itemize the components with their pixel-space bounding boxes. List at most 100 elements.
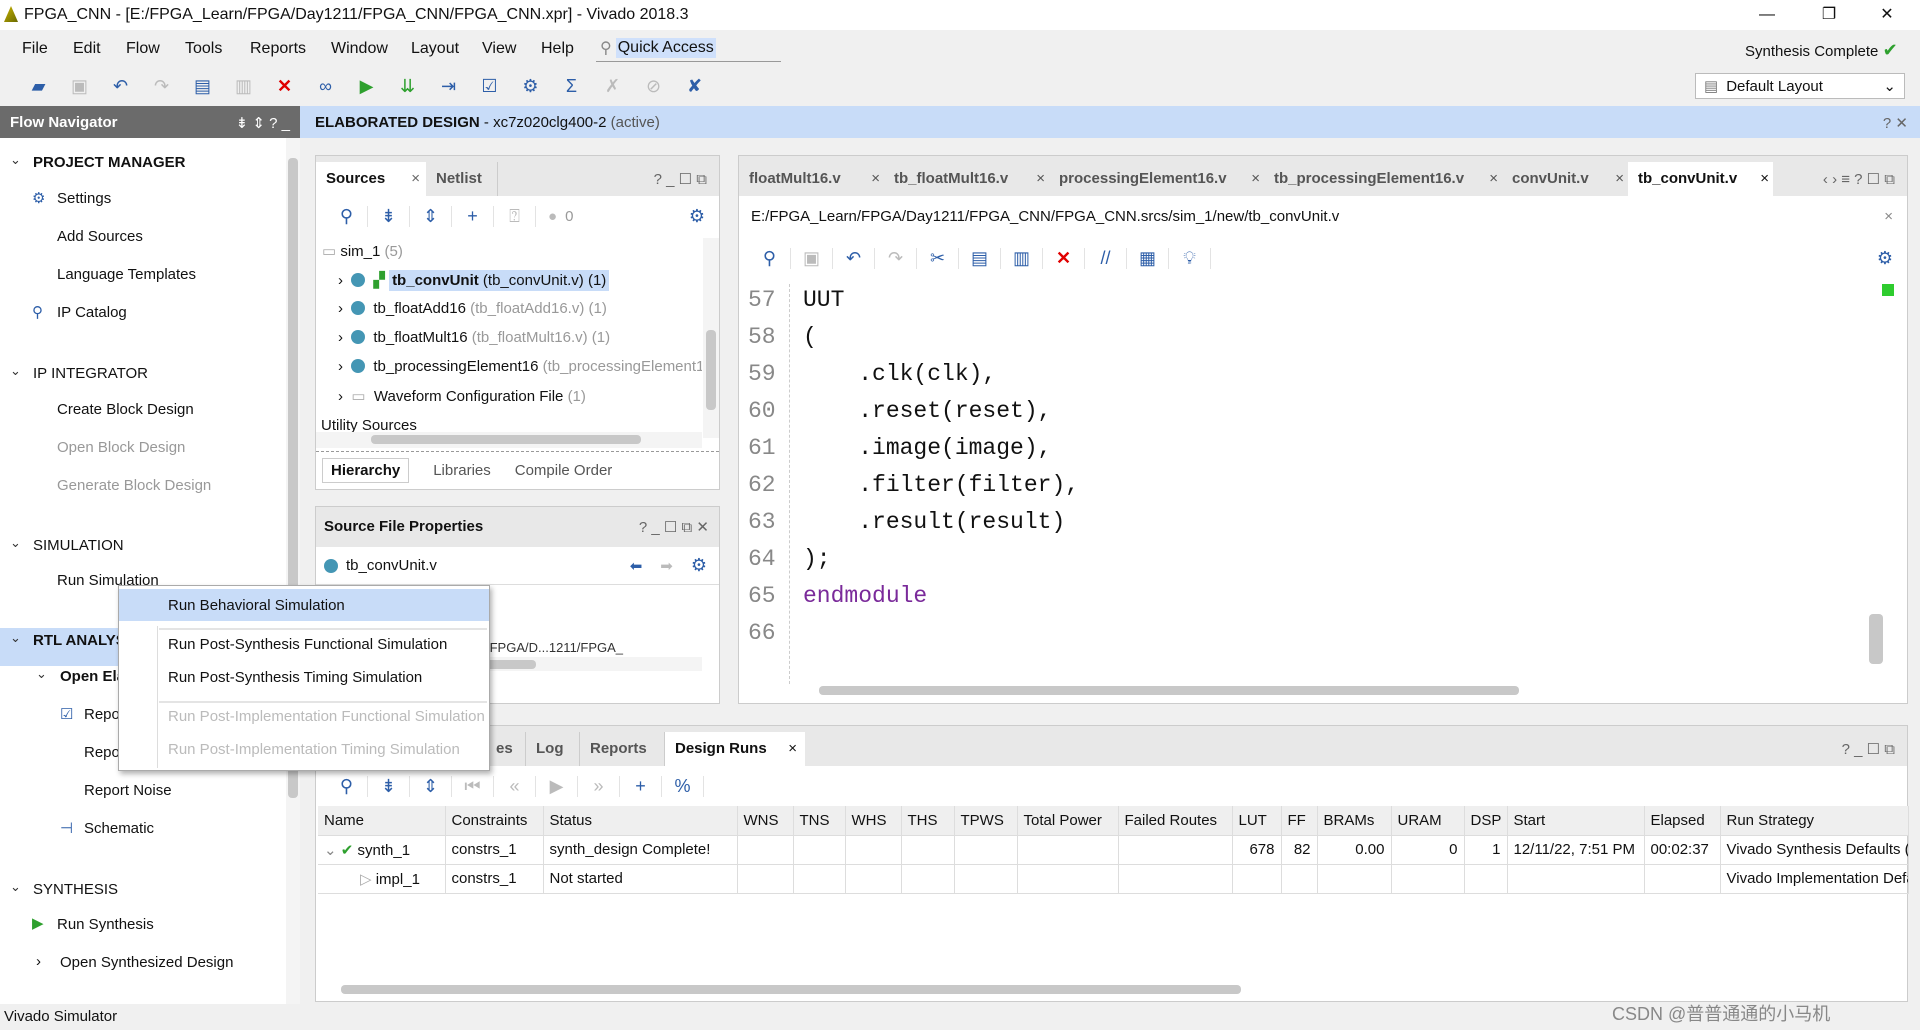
chevron-down-icon[interactable]: ⌄ [10,535,21,551]
settings-icon[interactable]: ⚙ [510,76,551,97]
tab-tb-processingelement16[interactable]: tb_processingElement16.v × [1264,162,1502,196]
column-header[interactable]: THS [901,806,955,836]
tab-floatmult16[interactable]: floatMult16.v × [739,162,884,196]
expand-icon[interactable]: ⌄ ✔ [324,842,358,859]
tab-libraries[interactable]: Libraries [433,462,491,479]
column-header[interactable]: TPWS [954,806,1018,836]
minimize-button[interactable]: — [1744,2,1790,28]
cross-tools-icon[interactable]: ✘ [674,76,715,97]
save-icon[interactable]: ▣ [59,76,100,97]
add-icon[interactable]: + [620,775,662,797]
editor-tab-controls[interactable]: ‹ › ≡ ? ☐ ⧉ [1823,170,1895,188]
play-outline-icon[interactable]: ▷ [360,871,376,888]
code-line[interactable]: .reset(reset), [803,398,1051,424]
column-header[interactable]: LUT [1232,806,1282,836]
table-row[interactable]: ⌄ ✔ synth_1 constrs_1 synth_design Complet… [318,835,1909,865]
tree-item[interactable]: › tb_processingElement16 (tb_processingE… [338,358,702,375]
chevron-down-icon[interactable]: ⌄ [10,152,21,168]
menu-layout[interactable]: Layout [411,40,459,58]
column-header[interactable]: Status [543,806,738,836]
collapse-all-icon[interactable]: ⇟ [368,775,410,797]
editor-hscroll[interactable] [799,686,1879,700]
nav-add-sources[interactable]: Add Sources [57,228,143,245]
menu-edit[interactable]: Edit [73,40,101,58]
close-button[interactable]: ✕ [1864,2,1910,28]
redo-icon[interactable]: ↷ [875,247,917,269]
menu-item-post-synth-timing[interactable]: Run Post-Synthesis Timing Simulation [168,669,422,686]
tab-tb-convunit[interactable]: tb_convUnit.v × [1628,162,1773,196]
close-icon[interactable]: × [411,170,420,187]
column-header[interactable]: Start [1507,806,1645,836]
step-icon[interactable]: ⇥ [428,76,469,97]
column-icon[interactable]: ▦ [1127,247,1169,269]
chevron-down-icon[interactable]: ⌄ [10,630,21,646]
chevron-down-icon[interactable]: ⌄ [36,666,47,682]
editor-vscroll[interactable] [1869,284,1883,684]
first-icon[interactable]: ⏮ [452,775,494,797]
collapse-all-icon[interactable]: ⇟ [368,205,410,227]
gear-icon[interactable]: ⚙ [689,206,705,227]
undo-icon[interactable]: ↶ [100,76,141,97]
menu-window[interactable]: Window [331,40,388,58]
tree-node-sim1[interactable]: ▭ sim_1 (5) [322,242,403,260]
copy-icon[interactable]: ▤ [182,76,223,97]
column-header[interactable]: WHS [845,806,902,836]
table-row[interactable]: ▷ impl_1 constrs_1 Not started Vivado Imple… [318,864,1909,894]
properties-hscroll[interactable] [486,657,702,671]
cut-icon[interactable]: ✂ [917,247,959,269]
restore-button[interactable]: ❐ [1806,2,1852,28]
program-icon[interactable]: ⇊ [387,76,428,97]
column-header[interactable]: Run Strategy [1720,806,1909,836]
tab-netlist[interactable]: Netlist [426,162,498,196]
expand-all-icon[interactable]: ⇕ [410,775,452,797]
gear-icon[interactable]: ⚙ [1877,248,1893,269]
sigma-icon[interactable]: Σ [551,76,592,97]
close-icon[interactable]: × [1760,170,1769,187]
chevron-down-icon[interactable]: ⌄ [10,363,21,379]
runs-hscroll[interactable] [321,982,1901,996]
flow-navigator-scrollbar[interactable] [286,138,300,1004]
nav-create-block-design[interactable]: Create Block Design [57,401,194,418]
run-icon[interactable]: ▶ [346,76,387,97]
nav-settings[interactable]: Settings [57,190,111,207]
section-synthesis[interactable]: SYNTHESIS [33,881,118,898]
tab-log[interactable]: Log [526,732,580,766]
code-line[interactable]: ); [803,546,831,572]
menu-tools[interactable]: Tools [185,40,222,58]
tab-design-runs[interactable]: Design Runs × [665,732,805,766]
comment-icon[interactable]: // [1085,247,1127,269]
tab-compile-order[interactable]: Compile Order [515,462,613,479]
panel-controls[interactable]: ⇟ ⇕ ? _ [236,114,290,132]
expand-all-icon[interactable]: ⇕ [410,205,452,227]
menu-flow[interactable]: Flow [126,40,160,58]
tree-item[interactable]: › tb_floatMult16 (tb_floatMult16.v) (1) [338,329,610,346]
code-line[interactable]: .filter(filter), [803,472,1079,498]
close-icon[interactable]: × [1489,170,1498,187]
code-line[interactable]: .image(image), [803,435,1051,461]
nav-schematic[interactable]: Schematic [84,820,154,837]
tab-messages[interactable]: es [486,732,526,766]
close-icon[interactable]: × [1884,208,1893,225]
column-header[interactable]: Constraints [445,806,544,836]
sources-hscroll[interactable] [316,432,702,448]
tree-item[interactable]: › tb_floatAdd16 (tb_floatAdd16.v) (1) [338,300,607,317]
menu-help[interactable]: Help [541,40,574,58]
back-icon[interactable]: ⬅ [630,557,643,575]
column-header[interactable]: Elapsed [1644,806,1721,836]
section-project-manager[interactable]: PROJECT MANAGER [33,154,186,171]
column-header[interactable]: Total Power [1017,806,1119,836]
percent-icon[interactable]: % [662,775,704,797]
column-header[interactable]: TNS [793,806,846,836]
play-icon[interactable]: ▶ [536,775,578,797]
delete-icon[interactable]: ✕ [1043,247,1085,269]
help-doc-icon[interactable]: ⍰ [494,205,536,227]
section-ip-integrator[interactable]: IP INTEGRATOR [33,365,148,382]
column-header[interactable]: DSP [1464,806,1508,836]
tab-processingelement16[interactable]: processingElement16.v × [1049,162,1264,196]
report-icon[interactable]: ☑ [469,76,510,97]
column-header[interactable]: BRAMs [1317,806,1392,836]
nav-ip-catalog[interactable]: IP Catalog [57,304,127,321]
close-icon[interactable]: × [1036,170,1045,187]
save-icon[interactable]: ▣ [791,247,833,269]
tree-item-tb-convunit[interactable]: › ▞ tb_convUnit (tb_convUnit.v) (1) [338,270,610,291]
